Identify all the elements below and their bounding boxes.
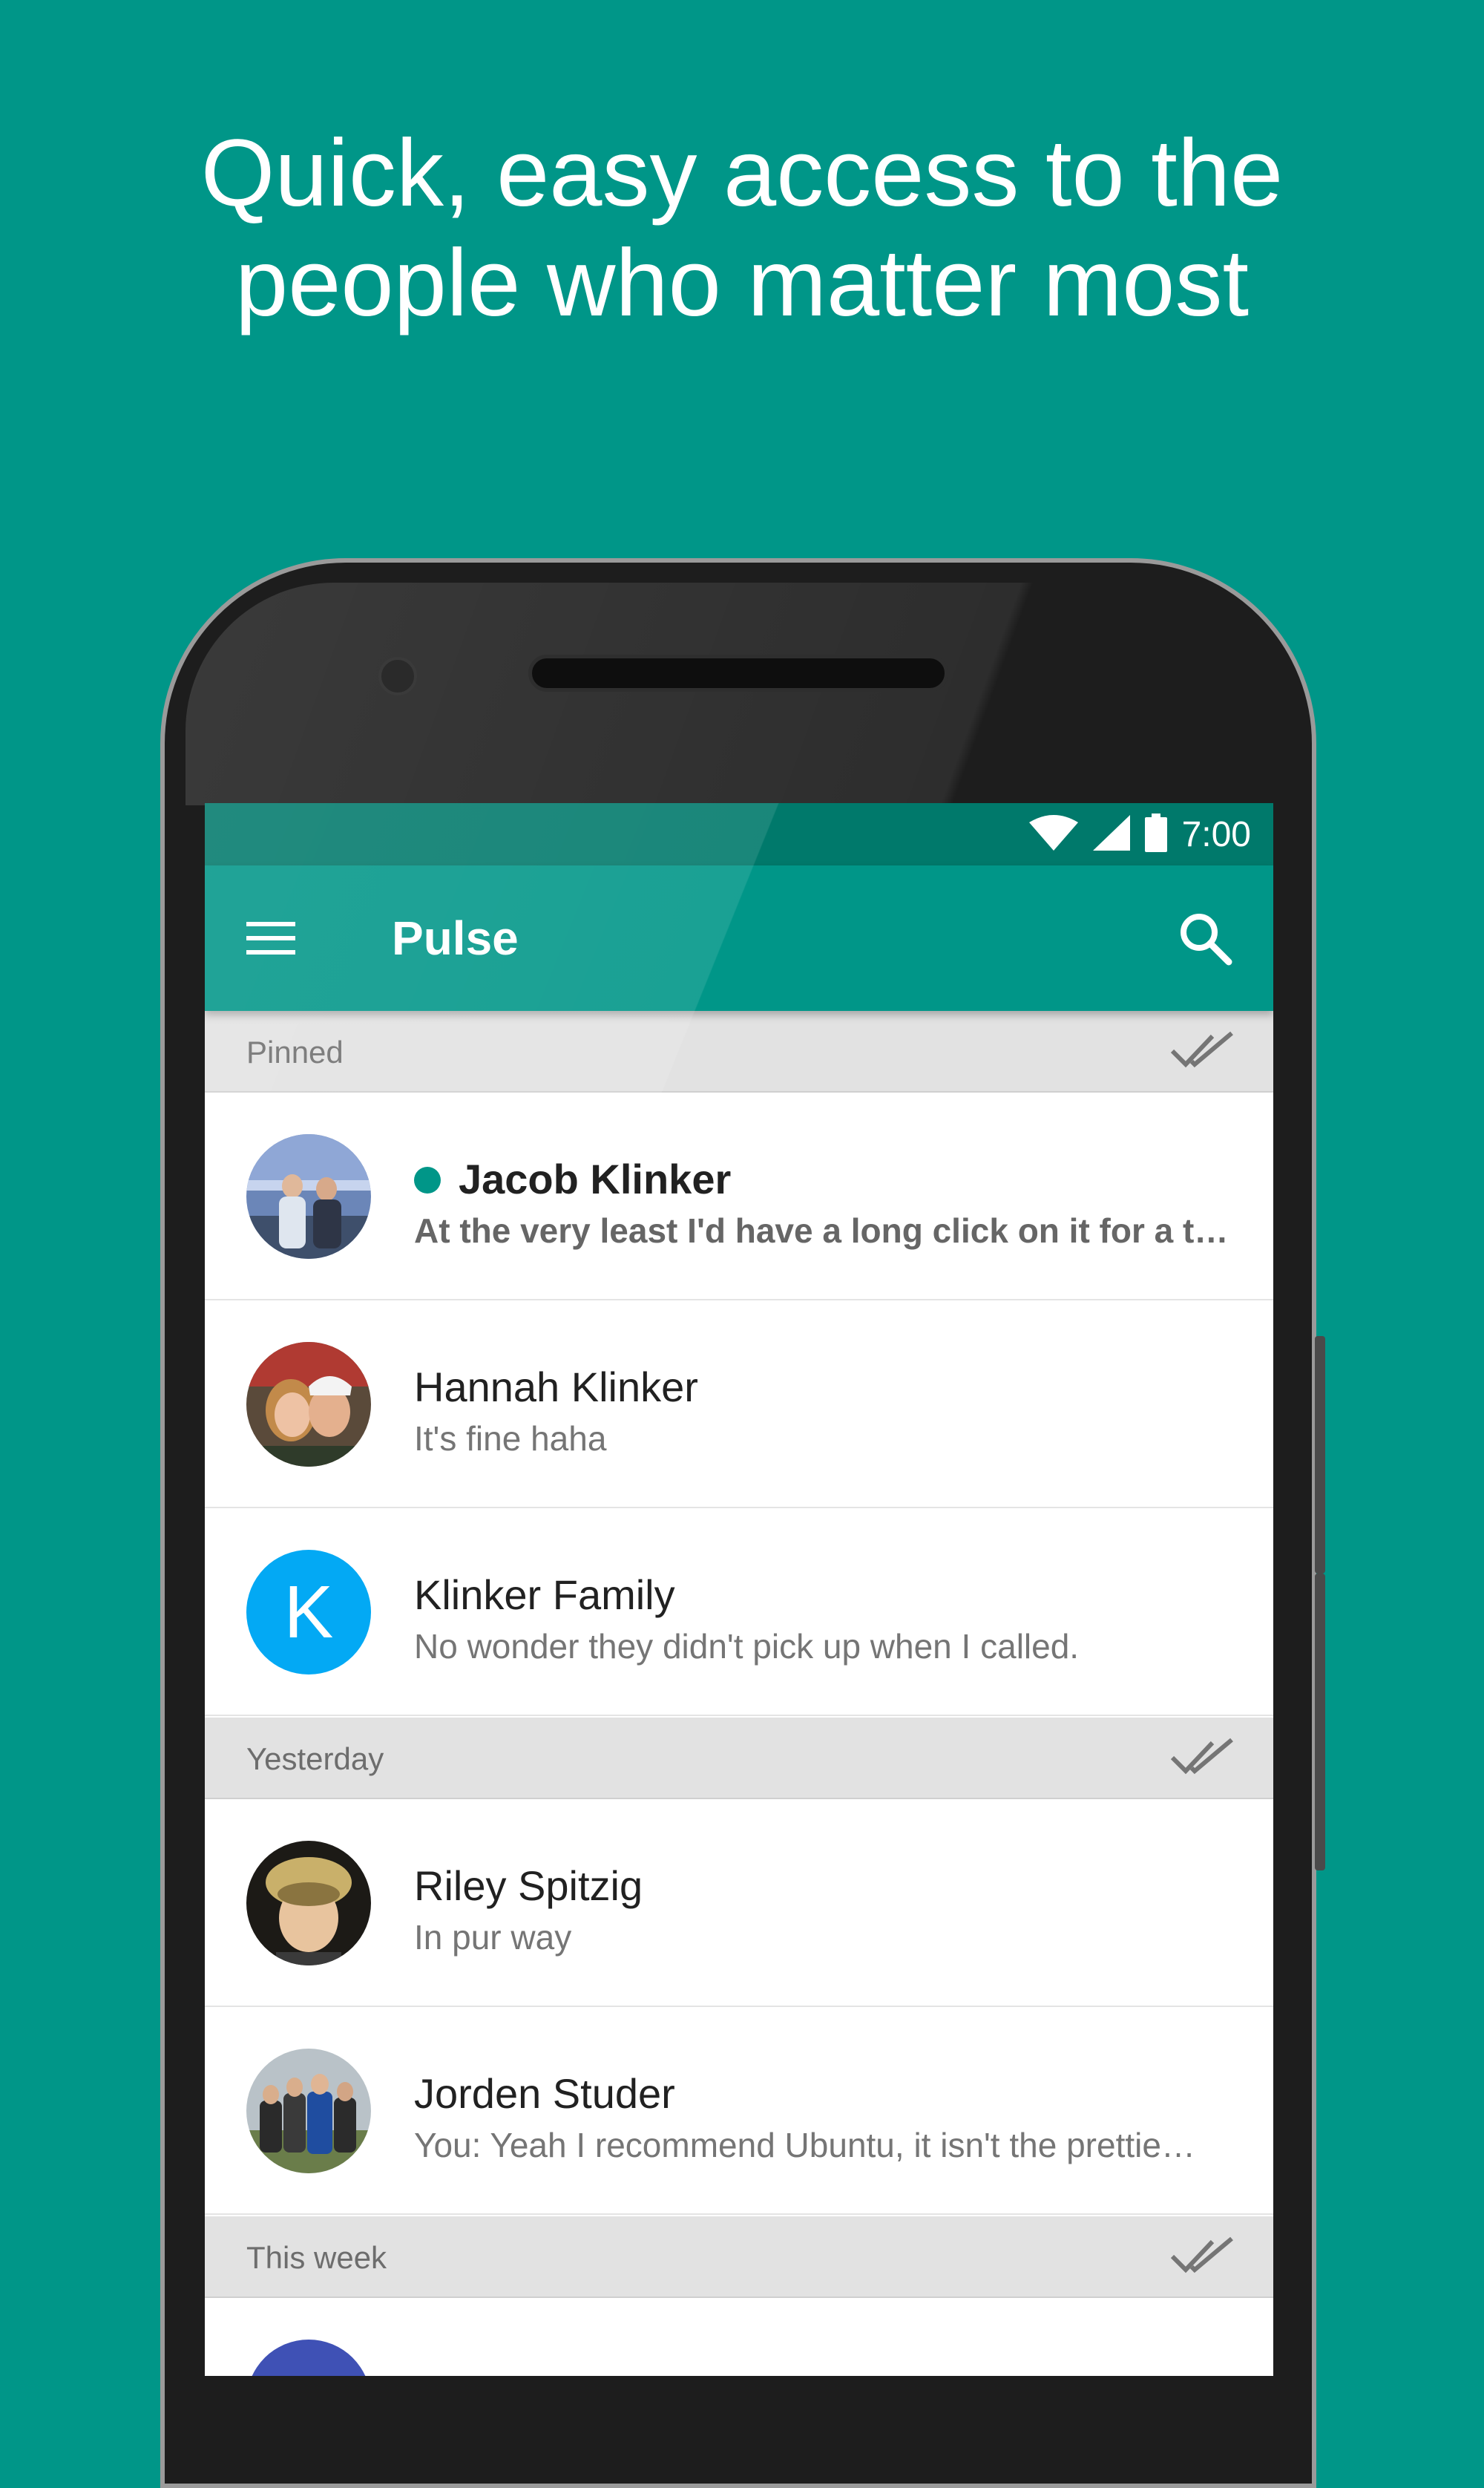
phone-screen: 7:00 Pulse Pinned Jacob Klinker At the v… — [205, 803, 1273, 2376]
phone-glass-reflection — [186, 583, 1298, 805]
section-title: This week — [246, 2240, 387, 2275]
hamburger-menu-icon[interactable] — [246, 916, 298, 960]
conversation-name: Hannah Klinker — [414, 1364, 698, 1410]
status-bar: 7:00 — [205, 803, 1273, 865]
volume-button — [1315, 1574, 1325, 1870]
conversation-name: Klinker Family — [414, 1571, 675, 1618]
wifi-icon — [1028, 814, 1078, 854]
letter-avatar: K — [246, 1550, 371, 1675]
double-check-icon[interactable] — [1169, 1735, 1236, 1780]
earpiece-speaker — [528, 655, 948, 692]
section-header-yesterday: Yesterday — [205, 1718, 1273, 1799]
avatar — [246, 2340, 371, 2376]
battery-icon — [1144, 813, 1167, 856]
conversation-snippet: No wonder they didn't pick up when I cal… — [414, 1627, 1080, 1666]
double-check-icon[interactable] — [1169, 2234, 1236, 2279]
conversation-row-klinker-family[interactable]: K Klinker Family No wonder they didn't p… — [205, 1508, 1273, 1716]
unread-indicator — [414, 1167, 441, 1194]
double-check-icon[interactable] — [1169, 1029, 1236, 1073]
signal-icon — [1092, 814, 1130, 854]
section-title: Yesterday — [246, 1741, 384, 1776]
avatar — [246, 1841, 371, 1965]
headline-line-1: Quick, easy access to the — [200, 120, 1284, 226]
avatar — [246, 1342, 371, 1467]
section-header-pinned: Pinned — [205, 1011, 1273, 1093]
conversation-row-hannah-klinker[interactable]: Hannah Klinker It's fine haha — [205, 1300, 1273, 1508]
conversation-name: Jacob Klinker — [459, 1156, 732, 1202]
conversation-snippet: In pur way — [414, 1918, 572, 1957]
conversation-row-partial[interactable] — [205, 2298, 1273, 2376]
search-icon[interactable] — [1177, 910, 1235, 968]
section-header-this-week: This week — [205, 2216, 1273, 2298]
app-title: Pulse — [392, 911, 519, 965]
app-bar: Pulse — [205, 865, 1273, 1011]
front-camera — [378, 657, 417, 695]
avatar — [246, 1134, 371, 1259]
headline-line-2: people who matter most — [235, 230, 1249, 336]
conversation-row-jacob-klinker[interactable]: Jacob Klinker At the very least I'd have… — [205, 1093, 1273, 1300]
conversation-snippet: It's fine haha — [414, 1419, 607, 1458]
conversation-row-riley-spitzig[interactable]: Riley Spitzig In pur way — [205, 1799, 1273, 2007]
conversation-name: Riley Spitzig — [414, 1862, 643, 1909]
status-time: 7:00 — [1181, 814, 1251, 854]
avatar — [246, 2049, 371, 2173]
conversation-snippet: You: Yeah I recommend Ubuntu, it isn't t… — [414, 2126, 1195, 2164]
conversation-name: Jorden Studer — [414, 2070, 675, 2117]
power-button — [1315, 1336, 1325, 1574]
conversation-row-jorden-studer[interactable]: Jorden Studer You: Yeah I recommend Ubun… — [205, 2007, 1273, 2215]
section-title: Pinned — [246, 1035, 344, 1070]
conversation-snippet: At the very least I'd have a long click … — [414, 1211, 1229, 1250]
headline: Quick, easy access to the people who mat… — [0, 119, 1484, 338]
